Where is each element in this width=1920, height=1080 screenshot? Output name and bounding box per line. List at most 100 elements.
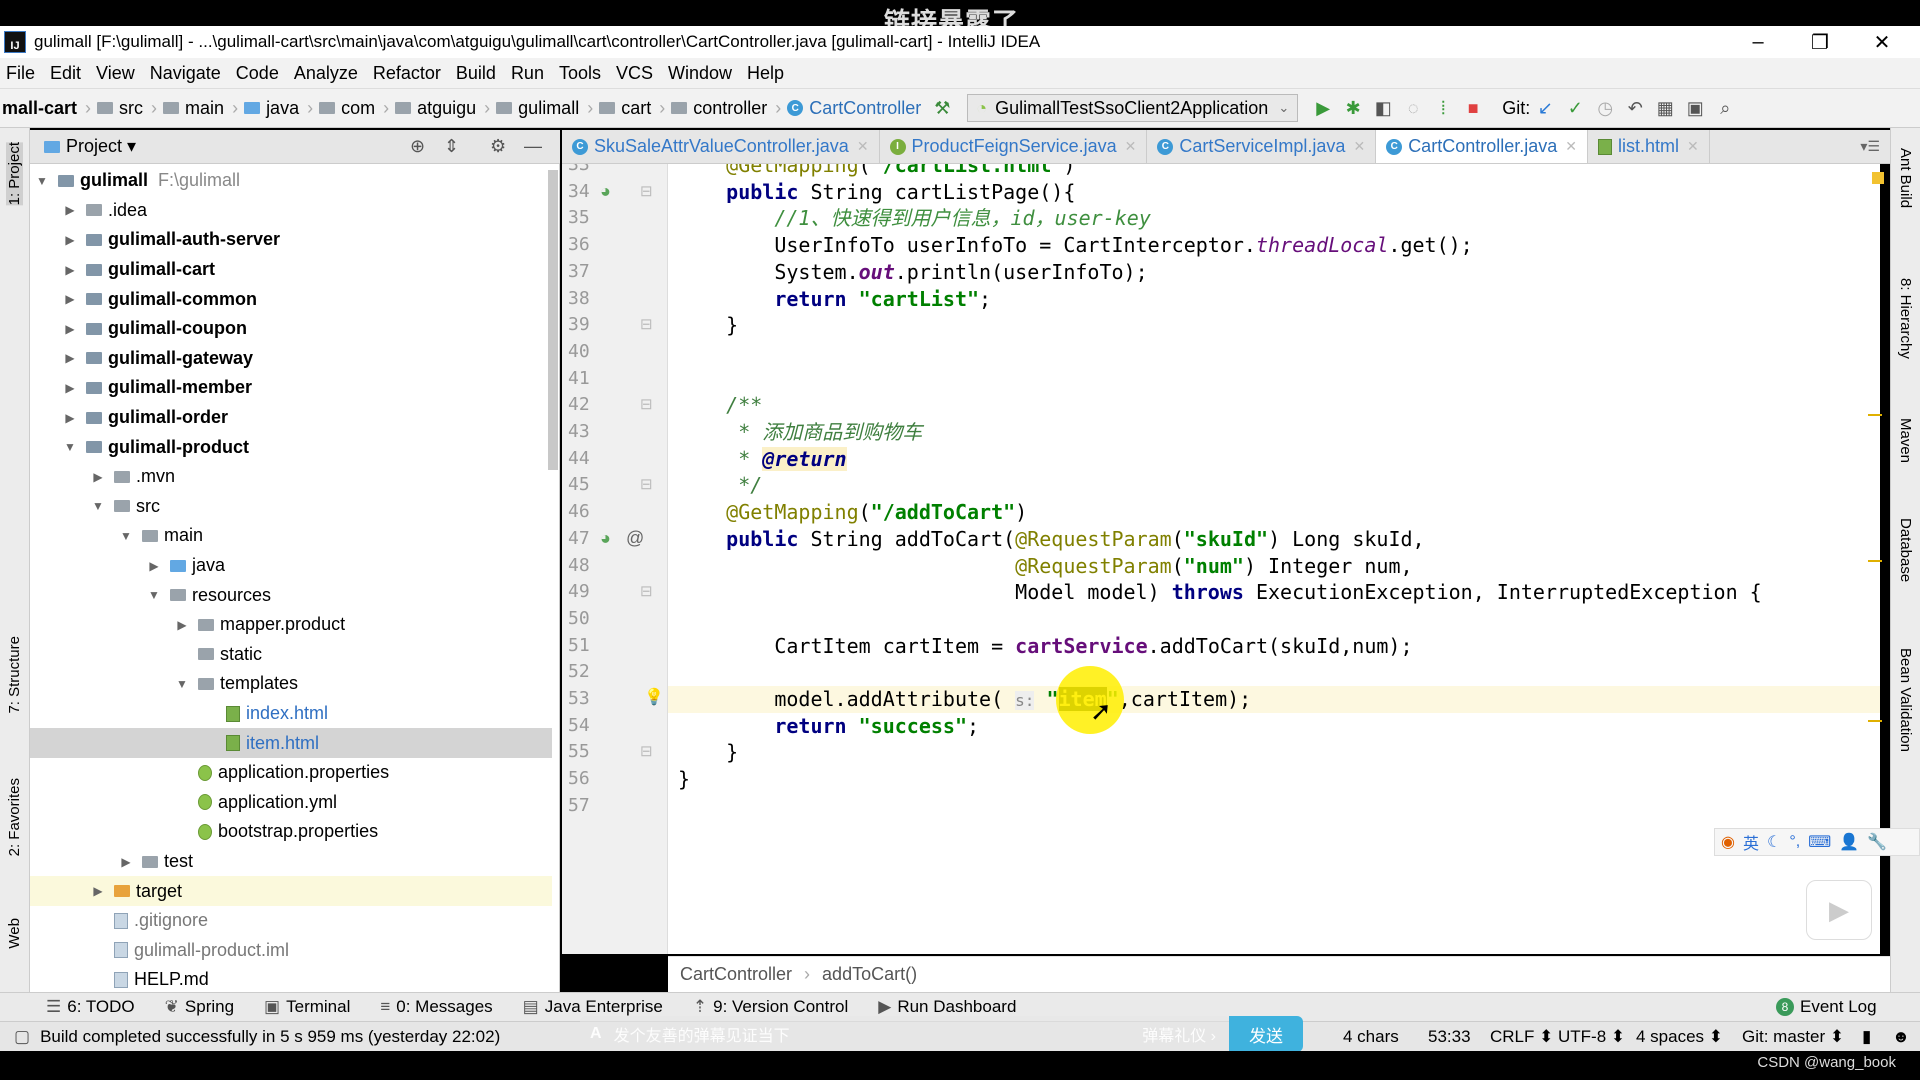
coverage-icon[interactable]: ◧ [1368,98,1398,119]
tree-item[interactable]: application.yml [30,788,552,818]
tree-item[interactable]: ▶ java [30,551,552,581]
chevron-right-icon[interactable]: ▶ [62,263,78,277]
spring-bean-gutter-icon[interactable]: ◕ [600,181,611,202]
tab-overflow-icon[interactable]: ▾☰ [1850,130,1890,163]
menu-navigate[interactable]: Navigate [150,63,221,84]
close-tab-icon[interactable]: ✕ [1125,138,1137,155]
close-button[interactable]: ✕ [1852,26,1912,58]
project-structure-icon[interactable]: ▦ [1650,98,1680,119]
menu-analyze[interactable]: Analyze [294,63,358,84]
mapping-gutter-icon[interactable]: @ [626,528,644,549]
tool-project[interactable]: 1: Project [6,142,23,206]
chevron-right-icon[interactable]: ▶ [62,203,78,217]
breadcrumb-item[interactable]: atguigu › [395,98,490,119]
breadcrumb-item[interactable]: cart › [599,98,665,119]
menu-window[interactable]: Window [668,63,732,84]
project-view-dropdown[interactable]: Project ▾ [66,136,136,157]
collapse-all-icon[interactable]: ⇕ [444,136,459,157]
project-scrollbar[interactable] [548,170,558,470]
danmaku-etiquette-link[interactable]: 弹幕礼仪 › [1142,1022,1216,1046]
tree-item[interactable]: ▶ gulimall-order [30,403,552,433]
close-tab-icon[interactable]: ✕ [1353,138,1365,155]
breadcrumb-item[interactable]: main › [163,98,238,119]
presentation-icon[interactable]: ▣ [1680,98,1710,119]
tree-item[interactable]: ▼ gulimall-product [30,432,552,462]
chevron-right-icon[interactable]: ▶ [90,470,106,484]
tool-bean-validation[interactable]: Bean Validation [1897,648,1914,752]
attach-debugger-icon[interactable]: ⦙ [1428,98,1458,119]
moon-icon[interactable]: ☾ [1767,832,1781,852]
chevron-right-icon[interactable]: ▶ [62,381,78,395]
punctuation-icon[interactable]: °, [1789,833,1800,851]
editor-tab[interactable]: I ProductFeignService.java ✕ [880,130,1148,163]
git-update-icon[interactable]: ↙ [1530,98,1560,119]
toolwindow-terminal[interactable]: ▣ Terminal [264,997,350,1017]
tree-item[interactable]: ▶ target [30,876,552,906]
menu-refactor[interactable]: Refactor [373,63,441,84]
run-icon[interactable]: ▶ [1308,98,1338,119]
menu-build[interactable]: Build [456,63,496,84]
tree-item[interactable]: ▶ mapper.product [30,610,552,640]
tree-item[interactable]: .gitignore [30,906,552,936]
line-separator[interactable]: CRLF ⬍ [1490,1027,1553,1047]
hide-icon[interactable]: — [524,136,542,157]
git-history-icon[interactable]: ◷ [1590,98,1620,119]
crumb-class[interactable]: CartController [680,964,792,985]
tool-ant-build[interactable]: Ant Build [1897,148,1914,208]
menu-file[interactable]: File [6,63,35,84]
inspection-status-icon[interactable] [1872,172,1884,184]
code-editor[interactable]: @GetMapping("/cartList.html") public Str… [668,164,1880,954]
tree-item[interactable]: item.html [30,728,552,758]
tool-database[interactable]: Database [1897,518,1914,582]
send-danmaku-button[interactable]: 发送 [1229,1016,1303,1052]
breadcrumb-item[interactable]: controller › [671,98,781,119]
play-overlay-button[interactable]: ▶ [1806,880,1872,940]
lock-icon[interactable]: ▮ [1862,1027,1871,1047]
minimize-button[interactable]: – [1728,26,1788,58]
indent-setting[interactable]: 4 spaces ⬍ [1636,1027,1723,1047]
breadcrumb-item[interactable]: mall-cart › [0,98,91,119]
toolwindow--version-control[interactable]: ⇡ 9: Version Control [693,997,848,1017]
ime-language[interactable]: 英 [1743,830,1759,854]
toggle-panels-icon[interactable]: ▢ [14,1027,30,1047]
tree-item[interactable]: application.properties [30,758,552,788]
tool-structure[interactable]: 7: Structure [6,636,23,714]
tree-item[interactable]: ▼ src [30,492,552,522]
editor-tab[interactable]: C CartServiceImpl.java ✕ [1147,130,1377,163]
fold-marker-icon[interactable]: ⊟ [640,475,653,493]
tree-item[interactable]: ▼ gulimall F:\gulimall [30,166,552,196]
chevron-down-icon[interactable]: ▼ [34,174,50,188]
tree-item[interactable]: static [30,640,552,670]
chevron-right-icon[interactable]: ▶ [146,559,162,573]
chevron-right-icon[interactable]: ▶ [62,233,78,247]
spring-bean-gutter-icon[interactable]: ◕ [600,528,611,549]
breadcrumb-item[interactable]: java › [244,98,313,119]
tree-item[interactable]: ▶ gulimall-auth-server [30,225,552,255]
locate-icon[interactable]: ⊕ [410,136,425,157]
event-log-button[interactable]: 8 Event Log [1776,997,1877,1017]
tool-maven[interactable]: Maven [1897,418,1914,463]
tree-item[interactable]: ▶ .mvn [30,462,552,492]
tree-item[interactable]: ▶ gulimall-gateway [30,344,552,374]
tree-item[interactable]: ▶ gulimall-common [30,284,552,314]
menu-code[interactable]: Code [236,63,279,84]
chevron-right-icon[interactable]: ▶ [90,884,106,898]
menu-edit[interactable]: Edit [50,63,81,84]
toolwindow-run-dashboard[interactable]: ▶ Run Dashboard [878,997,1016,1017]
tree-item[interactable]: bootstrap.properties [30,817,552,847]
close-tab-icon[interactable]: ✕ [1687,138,1699,155]
tree-item[interactable]: HELP.md [30,965,552,992]
user-icon[interactable]: 👤 [1839,832,1859,852]
fold-marker-icon[interactable]: ⊟ [640,315,653,333]
restore-button[interactable]: ❐ [1790,26,1850,58]
chevron-down-icon[interactable]: ▼ [146,588,162,602]
close-tab-icon[interactable]: ✕ [857,138,869,155]
menu-tools[interactable]: Tools [559,63,601,84]
chevron-right-icon[interactable]: ▶ [118,855,134,869]
wrench-icon[interactable]: 🔧 [1867,832,1887,852]
run-config-dropdown[interactable]: ◔ GulimallTestSsoClient2Application ⌄ [967,94,1299,122]
toolwindow-java-enterprise[interactable]: ▤ Java Enterprise [523,997,663,1017]
file-encoding[interactable]: UTF-8 ⬍ [1558,1027,1625,1047]
chevron-right-icon[interactable]: ▶ [62,322,78,336]
menu-view[interactable]: View [96,63,135,84]
